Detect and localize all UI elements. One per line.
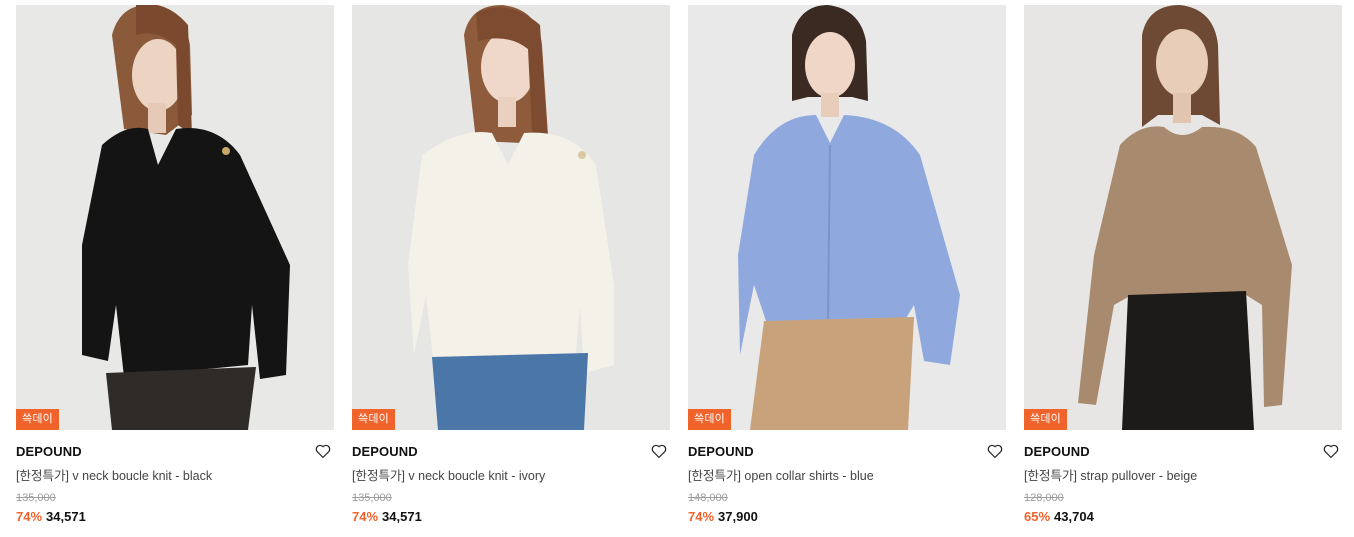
product-photo-ivory-knit (352, 5, 670, 430)
promo-badge: 쓱데이 (1024, 409, 1067, 430)
product-photo-blue-shirt (688, 5, 1006, 430)
product-photo-beige-pullover (1024, 5, 1342, 430)
original-price: 148,000 (688, 492, 728, 504)
product-photo-black-knit (16, 5, 334, 430)
discount-rate: 74% (688, 509, 715, 524)
product-card[interactable]: 쓱데이 DEPOUND [한정특가] open collar shirts - … (688, 5, 1006, 535)
heart-icon[interactable] (986, 442, 1004, 460)
sale-price: 34,571 (46, 509, 86, 524)
product-card[interactable]: 쓱데이 DEPOUND [한정특가] v neck boucle knit - … (16, 5, 334, 535)
product-info: DEPOUND [한정특가] v neck boucle knit - ivor… (352, 430, 670, 525)
product-name[interactable]: [한정특가] v neck boucle knit - ivory (352, 468, 670, 484)
brand-name[interactable]: DEPOUND (352, 444, 670, 460)
product-image[interactable]: 쓱데이 (688, 5, 1006, 430)
heart-icon[interactable] (650, 442, 668, 460)
sale-price: 34,571 (382, 509, 422, 524)
original-price: 135,000 (16, 492, 56, 504)
original-price: 135,000 (352, 492, 392, 504)
product-image[interactable]: 쓱데이 (16, 5, 334, 430)
sale-price: 37,900 (718, 509, 758, 524)
discount-rate: 74% (16, 509, 43, 524)
product-name[interactable]: [한정특가] open collar shirts - blue (688, 468, 1006, 484)
brand-name[interactable]: DEPOUND (1024, 444, 1342, 460)
price-row: 74% 37,900 (688, 509, 1006, 525)
promo-badge: 쓱데이 (352, 409, 395, 430)
product-card[interactable]: 쓱데이 DEPOUND [한정특가] v neck boucle knit - … (352, 5, 670, 535)
price-row: 74% 34,571 (16, 509, 334, 525)
product-grid: 쓱데이 DEPOUND [한정특가] v neck boucle knit - … (0, 0, 1354, 537)
price-row: 74% 34,571 (352, 509, 670, 525)
discount-rate: 74% (352, 509, 379, 524)
product-info: DEPOUND [한정특가] strap pullover - beige 12… (1024, 430, 1342, 525)
product-card[interactable]: 쓱데이 DEPOUND [한정특가] strap pullover - beig… (1024, 5, 1342, 535)
promo-badge: 쓱데이 (688, 409, 731, 430)
brand-name[interactable]: DEPOUND (688, 444, 1006, 460)
product-info: DEPOUND [한정특가] open collar shirts - blue… (688, 430, 1006, 525)
promo-badge: 쓱데이 (16, 409, 59, 430)
product-image[interactable]: 쓱데이 (1024, 5, 1342, 430)
price-row: 65% 43,704 (1024, 509, 1342, 525)
heart-icon[interactable] (314, 442, 332, 460)
discount-rate: 65% (1024, 509, 1051, 524)
heart-icon[interactable] (1322, 442, 1340, 460)
original-price: 128,000 (1024, 492, 1064, 504)
product-image[interactable]: 쓱데이 (352, 5, 670, 430)
product-name[interactable]: [한정특가] strap pullover - beige (1024, 468, 1342, 484)
product-name[interactable]: [한정특가] v neck boucle knit - black (16, 468, 334, 484)
product-info: DEPOUND [한정특가] v neck boucle knit - blac… (16, 430, 334, 525)
brand-name[interactable]: DEPOUND (16, 444, 334, 460)
sale-price: 43,704 (1054, 509, 1094, 524)
